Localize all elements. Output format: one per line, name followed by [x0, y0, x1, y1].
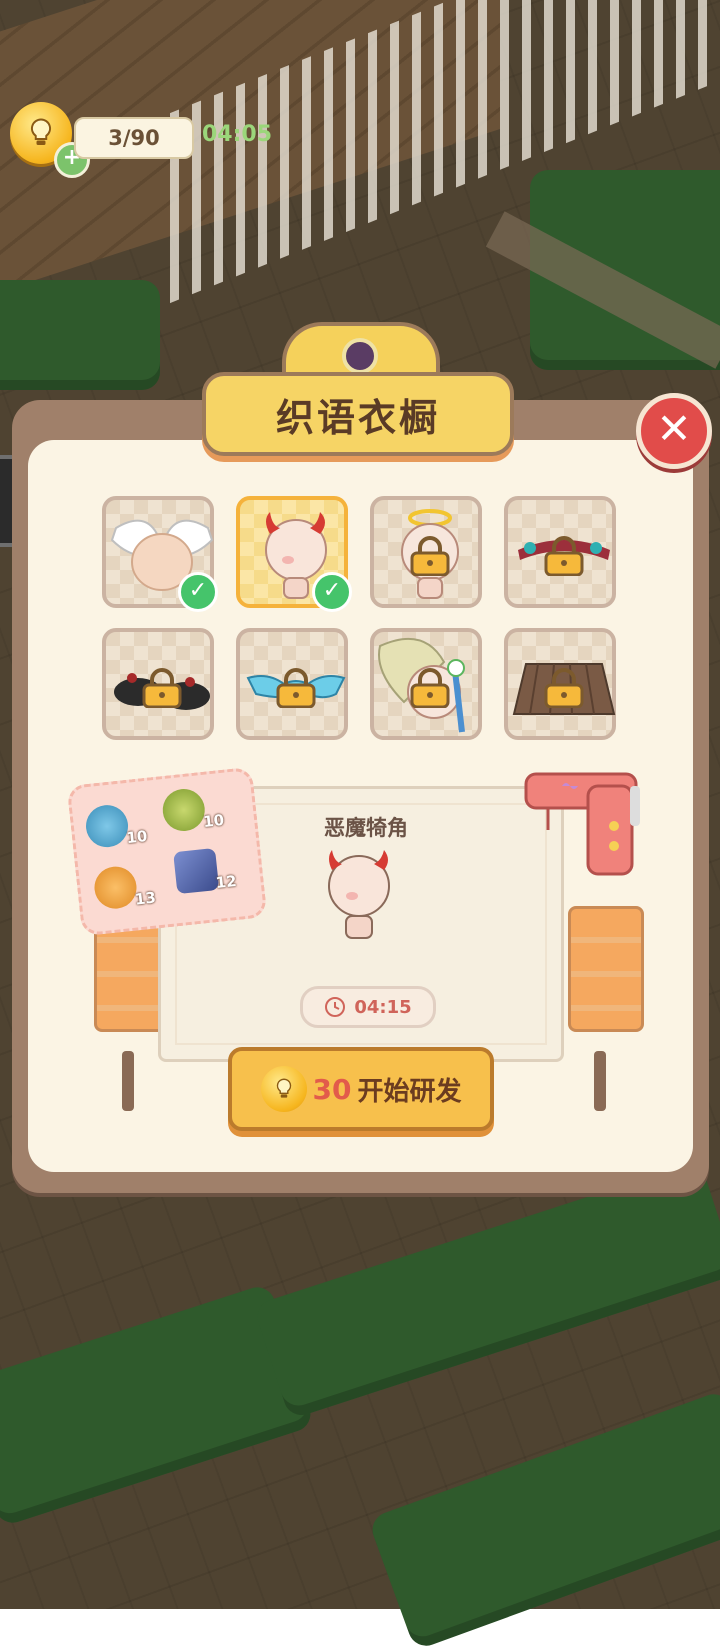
material-button: 13 — [92, 864, 157, 911]
lock-icon — [142, 668, 182, 708]
energy-counter: 3/90 — [74, 117, 194, 159]
energy-hud: + 3/90 04:05 — [10, 100, 310, 180]
close-button[interactable]: ✕ — [636, 393, 712, 469]
research-label: 开始研发 — [357, 1076, 462, 1107]
lock-icon — [410, 668, 450, 708]
button-icon — [92, 864, 139, 911]
wardrobe-item-jeweled-headband[interactable] — [504, 496, 616, 608]
hedge — [367, 1389, 720, 1651]
start-research-button[interactable]: 30 开始研发 — [228, 1047, 494, 1131]
material-fabric: 12 — [173, 847, 237, 895]
fabric-icon — [173, 847, 220, 895]
materials-panel: 10 10 13 12 — [66, 766, 268, 937]
hedge — [252, 1160, 720, 1420]
owned-check-icon: ✓ — [312, 572, 352, 612]
clock-icon — [325, 997, 346, 1017]
dialog-title: 织语衣橱 — [275, 395, 440, 440]
lock-icon — [544, 536, 584, 576]
owned-check-icon: ✓ — [178, 572, 218, 612]
close-icon: ✕ — [656, 404, 692, 453]
lock-icon — [544, 668, 584, 708]
devil-horns-preview — [328, 850, 390, 939]
dialog-title-plaque: 织语衣橱 — [202, 322, 514, 456]
wardrobe-item-flower-hat[interactable] — [370, 628, 482, 740]
lock-icon — [276, 668, 316, 708]
lightbulb-icon — [260, 1066, 307, 1112]
wardrobe-item-devil-horns[interactable]: ✓ — [236, 496, 352, 612]
yarn-ball-icon — [83, 803, 131, 850]
wardrobe-item-plaid-skirt[interactable] — [504, 628, 616, 740]
research-cost: 30 — [312, 1072, 352, 1106]
wardrobe-item-angel-wings[interactable]: ✓ — [102, 496, 218, 612]
material-yarn: 10 — [83, 803, 148, 850]
sewing-machine-icon — [524, 772, 640, 876]
table-side-right — [568, 906, 644, 1032]
energy-timer: 04:05 — [202, 122, 273, 147]
research-time: 04:15 — [300, 986, 436, 1028]
wardrobe-item-blue-goggles[interactable] — [236, 628, 348, 740]
wardrobe-item-halo[interactable] — [370, 496, 482, 608]
lock-icon — [410, 536, 450, 576]
research-time-value: 04:15 — [354, 996, 412, 1018]
wardrobe-grid: ✓ ✓ — [102, 496, 618, 746]
wardrobe-item-black-shoes[interactable] — [102, 628, 214, 740]
material-scissors: 10 — [160, 786, 225, 834]
scissors-icon — [160, 786, 207, 834]
hedge — [0, 280, 160, 390]
